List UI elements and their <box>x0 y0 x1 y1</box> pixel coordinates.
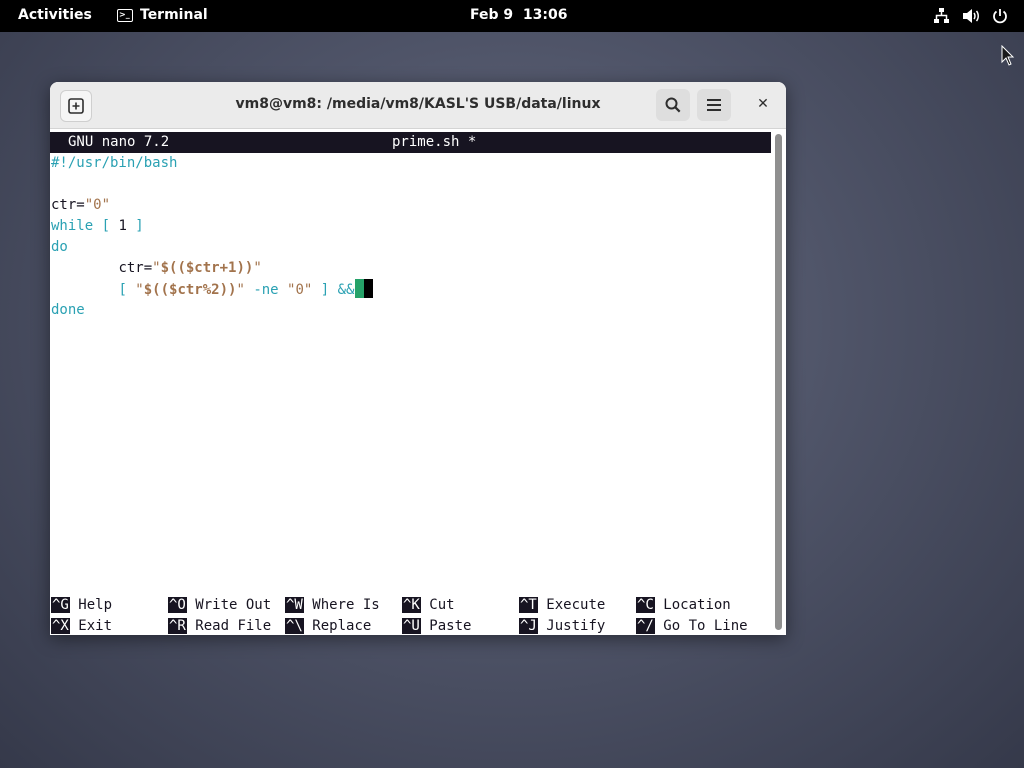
and-operator: ] && <box>312 282 355 298</box>
clock-date: Feb 9 <box>470 7 514 23</box>
shortcut-label: Help <box>78 597 113 613</box>
search-button[interactable] <box>656 89 690 121</box>
shortcut-key: ^J <box>519 618 538 634</box>
bracket-close: ] <box>126 218 144 234</box>
shortcut-key: ^K <box>402 597 421 613</box>
shortcut-label: Where Is <box>312 597 380 613</box>
app-menu-terminal[interactable]: >_ Terminal <box>117 7 208 23</box>
close-icon: ✕ <box>757 96 769 112</box>
shortcut-key: ^W <box>285 597 304 613</box>
nano-header: GNU nano 7.2 prime.sh * <box>50 132 771 153</box>
quote: " <box>135 282 144 298</box>
loop-condition: 1 <box>118 218 127 234</box>
shortcut-label: Cut <box>429 597 455 613</box>
network-icon[interactable] <box>933 7 950 24</box>
arith-expansion: $(($ctr%2)) <box>143 282 237 298</box>
mouse-pointer-icon <box>1001 45 1015 66</box>
shortcut-where-is[interactable]: ^W Where Is <box>285 595 380 616</box>
while-keyword: while [ <box>51 218 119 234</box>
scrollbar-thumb[interactable] <box>775 134 782 630</box>
code-line-7: [ "$(($ctr%2))" -ne "0" ] && <box>51 279 373 300</box>
shortcut-label: Replace <box>312 618 372 634</box>
shortcut-replace[interactable]: ^\ Replace <box>285 616 371 635</box>
shortcut-location[interactable]: ^C Location <box>636 595 731 616</box>
shortcut-write-out[interactable]: ^O Write Out <box>168 595 271 616</box>
terminal-icon: >_ <box>117 8 133 22</box>
shortcut-go-to-line[interactable]: ^/ Go To Line <box>636 616 748 635</box>
hamburger-menu-icon <box>707 99 721 111</box>
do-keyword: do <box>51 239 68 255</box>
shortcut-key: ^C <box>636 597 655 613</box>
shortcut-key: ^U <box>402 618 421 634</box>
shortcut-key: ^R <box>168 618 187 634</box>
quote: " <box>152 260 161 276</box>
volume-icon[interactable] <box>962 8 980 24</box>
shortcut-label: Exit <box>78 618 113 634</box>
window-titlebar[interactable]: vm8@vm8: /media/vm8/KASL'S USB/data/linu… <box>50 82 786 129</box>
done-keyword: done <box>51 302 85 318</box>
shortcut-exit[interactable]: ^X Exit <box>51 616 112 635</box>
string-literal: "0" <box>287 282 313 298</box>
hamburger-menu-button[interactable] <box>697 89 731 121</box>
nano-filename: prime.sh * <box>392 134 477 150</box>
code-line-5: do <box>51 237 68 258</box>
shebang: #!/usr/bin/bash <box>51 155 178 171</box>
ctr-assignment: ctr= <box>118 260 153 276</box>
shortcut-justify[interactable]: ^J Justify <box>519 616 605 635</box>
text-cursor-shadow <box>363 279 373 298</box>
shortcut-help[interactable]: ^G Help <box>51 595 112 616</box>
app-name-label: Terminal <box>140 7 208 23</box>
test-bracket-open: [ <box>118 282 136 298</box>
top-bar: Activities >_ Terminal Feb 9 13:06 <box>0 0 1024 32</box>
close-button[interactable]: ✕ <box>750 91 776 117</box>
code-line-6: ctr="$(($ctr+1))" <box>51 258 262 279</box>
shortcut-paste[interactable]: ^U Paste <box>402 616 471 635</box>
system-tray[interactable] <box>933 7 1008 24</box>
code-line-1: #!/usr/bin/bash <box>51 153 177 174</box>
string-literal: "0" <box>84 197 111 213</box>
quote: " <box>236 282 245 298</box>
shortcut-row-2: ^X Exit ^R Read File ^\ Replace ^U Paste… <box>50 616 771 635</box>
activities-button[interactable]: Activities <box>18 7 92 23</box>
shortcut-label: Location <box>663 597 731 613</box>
terminal-content[interactable]: GNU nano 7.2 prime.sh * #!/usr/bin/bash … <box>50 129 771 635</box>
shortcut-label: Justify <box>546 618 606 634</box>
shortcut-row-1: ^G Help ^O Write Out ^W Where Is ^K Cut … <box>50 595 771 616</box>
ctr-assignment: ctr= <box>51 197 85 213</box>
shortcut-label: Read File <box>195 618 272 634</box>
clock-time: 13:06 <box>522 7 568 23</box>
shortcut-label: Go To Line <box>663 618 748 634</box>
quote: " <box>253 260 262 276</box>
shortcut-execute[interactable]: ^T Execute <box>519 595 605 616</box>
shortcut-label: Paste <box>429 618 472 634</box>
shortcut-label: Write Out <box>195 597 272 613</box>
shortcut-key: ^/ <box>636 618 655 634</box>
search-icon <box>665 97 681 113</box>
code-line-9: done <box>51 300 85 321</box>
shortcut-key: ^O <box>168 597 187 613</box>
code-line-3: ctr="0" <box>51 195 110 216</box>
shortcut-key: ^G <box>51 597 70 613</box>
shortcut-key: ^T <box>519 597 538 613</box>
terminal-window[interactable]: vm8@vm8: /media/vm8/KASL'S USB/data/linu… <box>50 82 786 635</box>
shortcut-cut[interactable]: ^K Cut <box>402 595 455 616</box>
text-cursor <box>354 279 364 298</box>
ne-operator: -ne <box>244 282 288 298</box>
nano-version: GNU nano 7.2 <box>68 134 170 150</box>
shortcut-label: Execute <box>546 597 606 613</box>
shortcut-key: ^\ <box>285 618 304 634</box>
shortcut-read-file[interactable]: ^R Read File <box>168 616 271 635</box>
clock[interactable]: Feb 9 13:06 <box>470 7 567 23</box>
power-icon[interactable] <box>992 8 1008 24</box>
arith-expansion: $(($ctr+1)) <box>160 260 254 276</box>
code-line-4: while [ 1 ] <box>51 216 144 237</box>
shortcut-key: ^X <box>51 618 70 634</box>
